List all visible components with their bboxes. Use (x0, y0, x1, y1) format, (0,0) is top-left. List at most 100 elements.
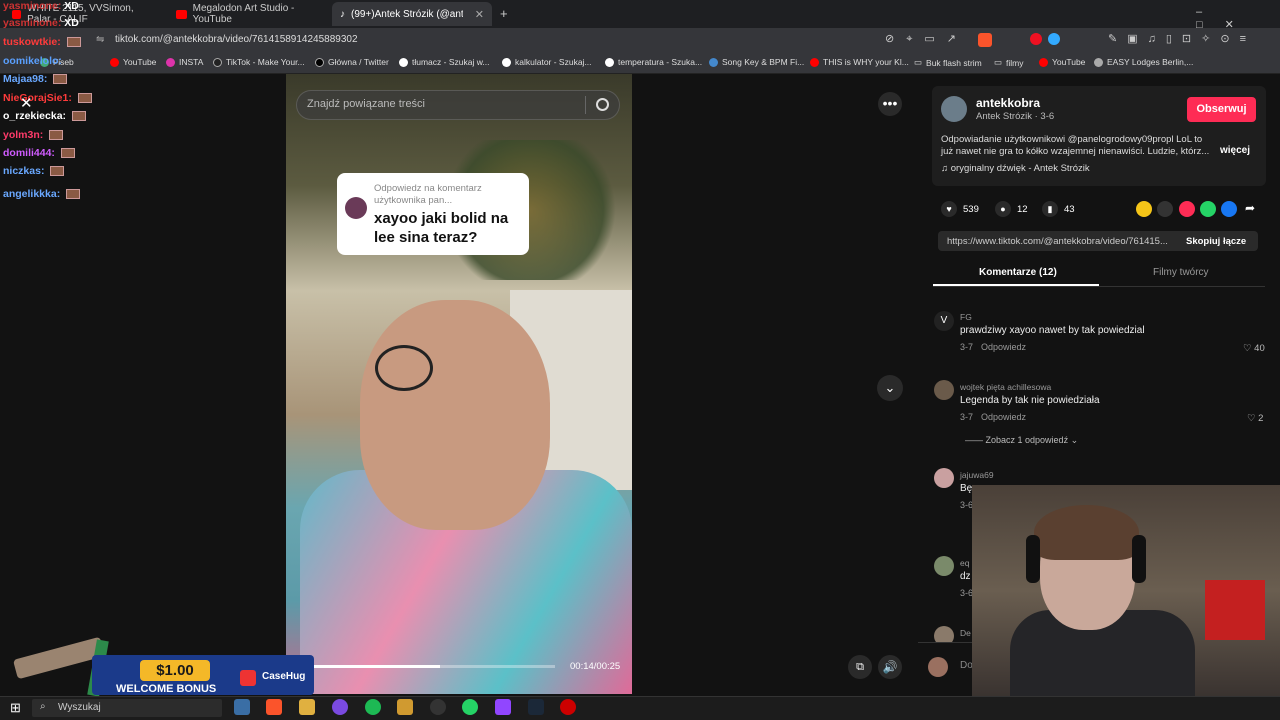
steam-icon[interactable] (528, 699, 544, 715)
taskview-icon[interactable] (234, 699, 250, 715)
close-tab-icon[interactable]: ✕ (475, 8, 484, 21)
divider (585, 96, 586, 114)
bookmark-folder[interactable]: ▭ Buk flash strim (914, 57, 982, 68)
person-face (360, 300, 550, 530)
brave-shield-icon[interactable] (978, 33, 992, 47)
bookmark-item[interactable]: YouTube (1039, 57, 1085, 67)
like-button[interactable]: ♥ 539 (941, 201, 979, 217)
comment-text: prawdziwy xayoo nawet by tak powiedzial (960, 325, 1145, 336)
windows-start-icon[interactable]: ⊞ (10, 700, 21, 716)
more-options-icon[interactable]: ••• (878, 92, 902, 116)
bookmark-item[interactable]: THIS is WHY your Kl... (810, 57, 909, 67)
bookmark-item[interactable]: kalkulator - Szukaj... (502, 57, 592, 67)
comment-like[interactable]: ♡ 40 (1243, 343, 1265, 354)
chat-line: yasminone: XD (3, 0, 79, 12)
app-icon[interactable] (397, 699, 413, 715)
comment-input[interactable]: Do (960, 660, 973, 671)
comment-avatar[interactable] (934, 380, 954, 400)
webcam-background-object (1205, 580, 1265, 640)
brave-icon[interactable] (266, 699, 282, 715)
share-arrow-icon[interactable]: ➦ (1245, 201, 1255, 215)
more-link[interactable]: więcej (1220, 145, 1250, 156)
extension-icons[interactable]: ⊘⌖▭↗ (885, 32, 968, 46)
tab-comments[interactable]: Komentarze (12) (979, 267, 1057, 278)
author-username[interactable]: antekkobra (976, 96, 1040, 110)
chat-line: domili444: (3, 147, 75, 159)
save-button[interactable]: ▮ 43 (1042, 201, 1075, 217)
spotify-icon[interactable] (365, 699, 381, 715)
comment-text: dz (960, 571, 971, 582)
chat-line: o_rzekiecka: (3, 110, 87, 122)
view-replies-button[interactable]: —— Zobacz 1 odpowiedź ⌄ (965, 435, 1078, 446)
bookmark-item[interactable]: TikTok - Make Your... (213, 57, 305, 67)
video-link[interactable]: https://www.tiktok.com/@antekkobra/video… (947, 236, 1177, 247)
bookmark-item[interactable]: temperatura - Szuka... (605, 57, 702, 67)
tab-2[interactable]: Megalodon Art Studio - YouTube (168, 2, 328, 26)
tab-creator-videos[interactable]: Filmy twórcy (1153, 267, 1209, 278)
picture-in-picture-icon[interactable]: ⧉ (848, 655, 872, 679)
comment-username[interactable]: De (960, 628, 971, 638)
comment-date: 3-7 (960, 412, 974, 422)
chat-line: yasminone: XD (3, 17, 79, 29)
app-icon[interactable] (332, 699, 348, 715)
bookmark-item[interactable]: Główna / Twitter (315, 57, 389, 67)
url-field[interactable]: tiktok.com/@antekkobra/video/76141589142… (115, 34, 358, 45)
headphone-icon (1132, 535, 1146, 583)
whatsapp-icon[interactable] (1200, 201, 1216, 217)
reply-link[interactable]: Odpowiedz (981, 412, 1026, 422)
toolbar-icons[interactable]: ✎▣♫▯⊡✧⊙≡ (1108, 32, 1256, 45)
twitch-icon[interactable] (495, 699, 511, 715)
bookmark-folder[interactable]: ▭ filmy (994, 57, 1024, 68)
tiktok-icon: ♪ (340, 8, 345, 20)
comment-username[interactable]: wojtek pięta achillesowa (960, 382, 1051, 392)
send-icon[interactable] (1179, 201, 1195, 217)
music-link[interactable]: ♫ oryginalny dźwięk - Antek Strózik (941, 163, 1090, 174)
volume-icon[interactable]: 🔊 (878, 655, 902, 679)
embed-icon[interactable] (1157, 201, 1173, 217)
author-subline: Antek Strózik · 3-6 (976, 111, 1055, 122)
comment-avatar[interactable] (934, 468, 954, 488)
my-avatar (928, 657, 948, 677)
file-explorer-icon[interactable] (299, 699, 315, 715)
extension-icon[interactable] (1048, 33, 1060, 45)
comment-username[interactable]: FG (960, 312, 972, 322)
video-time: 00:14/00:25 (570, 661, 621, 672)
avatar (345, 197, 367, 219)
copy-link-button[interactable]: Skopiuj łącze (1186, 236, 1246, 247)
chevron-down-icon[interactable]: ⌄ (877, 375, 903, 401)
comment-avatar[interactable]: V (934, 311, 954, 331)
bookmark-item[interactable]: Song Key & BPM Fi... (709, 57, 804, 67)
close-video-icon[interactable]: ✕ (20, 94, 33, 112)
comment-username[interactable]: eq (960, 558, 969, 568)
folder-icon: ▭ (994, 57, 1003, 67)
extension-icon[interactable] (1030, 33, 1042, 45)
stream-chat-overlay: yasminone: XD yasminone: XD tuskowtkie: … (0, 0, 120, 200)
comment-icon: ● (995, 201, 1011, 217)
obs-icon[interactable] (430, 699, 446, 715)
new-tab-icon[interactable]: + (500, 6, 508, 21)
chat-line: Majaa98: (3, 73, 68, 85)
comment-avatar[interactable] (934, 556, 954, 576)
app-icon[interactable] (560, 699, 576, 715)
heart-icon: ♥ (941, 201, 957, 217)
author-avatar[interactable] (941, 96, 967, 122)
bookmark-item[interactable]: INSTA (166, 57, 203, 67)
tab-3[interactable]: ♪ (99+)Antek Strózik (@antekk ✕ (332, 2, 492, 26)
bookmark-item[interactable]: tłumacz - Szukaj w... (399, 57, 489, 67)
bookmark-item[interactable]: EASY Lodges Berlin,... (1094, 57, 1193, 67)
streamer-hair (1034, 505, 1139, 560)
chat-line: yolm3n: (3, 129, 64, 141)
comments-button[interactable]: ● 12 (995, 201, 1028, 217)
whatsapp-icon[interactable] (462, 699, 478, 715)
comment-like[interactable]: ♡ 2 (1247, 413, 1263, 424)
chat-line: NieGorajSie1: (3, 92, 92, 104)
headphone-icon (1026, 535, 1040, 583)
follow-button[interactable]: Obserwuj (1187, 97, 1256, 122)
share-icon-1[interactable] (1136, 201, 1152, 217)
search-icon[interactable] (596, 98, 609, 111)
reply-link[interactable]: Odpowiedz (981, 342, 1026, 352)
bonus-brand: CaseHug (262, 671, 306, 682)
facebook-icon[interactable] (1221, 201, 1237, 217)
reply-bubble-text: xayoo jaki bolid na lee sina teraz? (374, 210, 509, 246)
comment-username[interactable]: jajuwa69 (960, 470, 994, 480)
